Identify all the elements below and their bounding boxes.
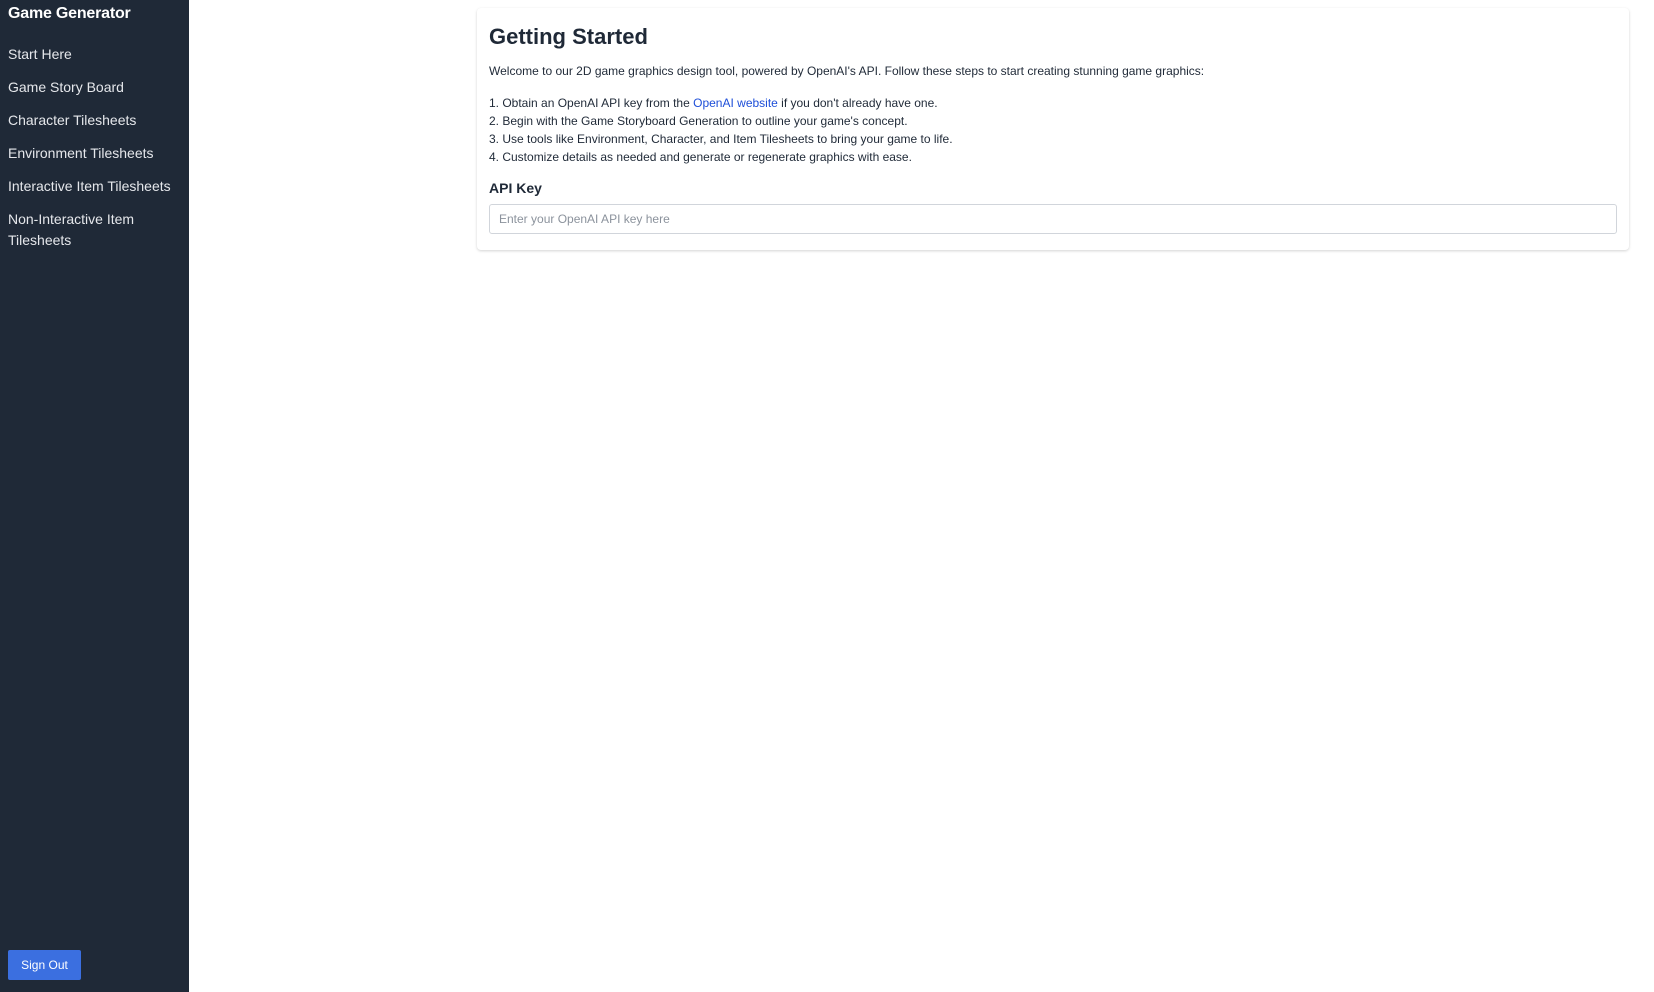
intro-text: Welcome to our 2D game graphics design t… [489,64,1205,78]
step-1-suffix: if you don't already have one. [777,96,938,110]
sidebar-item-start-here[interactable]: Start Here [8,44,180,65]
step-item-2: 2. Begin with the Game Storyboard Genera… [489,114,908,128]
openai-website-link[interactable]: OpenAI website [693,96,778,110]
api-key-input[interactable] [489,204,1617,234]
sign-out-button[interactable]: Sign Out [8,950,81,980]
app-title: Game Generator [8,5,131,22]
sidebar-item-environment-tilesheets[interactable]: Environment Tilesheets [8,143,180,164]
step-1-prefix: 1. Obtain an OpenAI API key from the [489,96,694,110]
sidebar-item-game-story-board[interactable]: Game Story Board [8,77,180,98]
step-item-1: 1. Obtain an OpenAI API key from the Ope… [489,94,1617,112]
getting-started-card: Getting Started Welcome to our 2D game g… [477,8,1629,250]
sidebar-item-interactive-item-tilesheets[interactable]: Interactive Item Tilesheets [8,176,180,197]
app-root: Game Generator Start Here Game Story Boa… [0,0,1654,992]
sidebar-nav: Start Here Game Story Board Character Ti… [8,44,183,263]
step-item-3: 3. Use tools like Environment, Character… [489,132,953,146]
step-item-4: 4. Customize details as needed and gener… [489,150,912,164]
sidebar-item-non-interactive-item-tilesheets[interactable]: Non-Interactive Item Tilesheets [8,209,180,251]
sidebar: Game Generator Start Here Game Story Boa… [0,0,189,992]
api-key-label: API Key [489,180,542,196]
page-title: Getting Started [489,24,648,49]
sidebar-item-character-tilesheets[interactable]: Character Tilesheets [8,110,180,131]
steps-list: 1. Obtain an OpenAI API key from the Ope… [489,94,1617,166]
